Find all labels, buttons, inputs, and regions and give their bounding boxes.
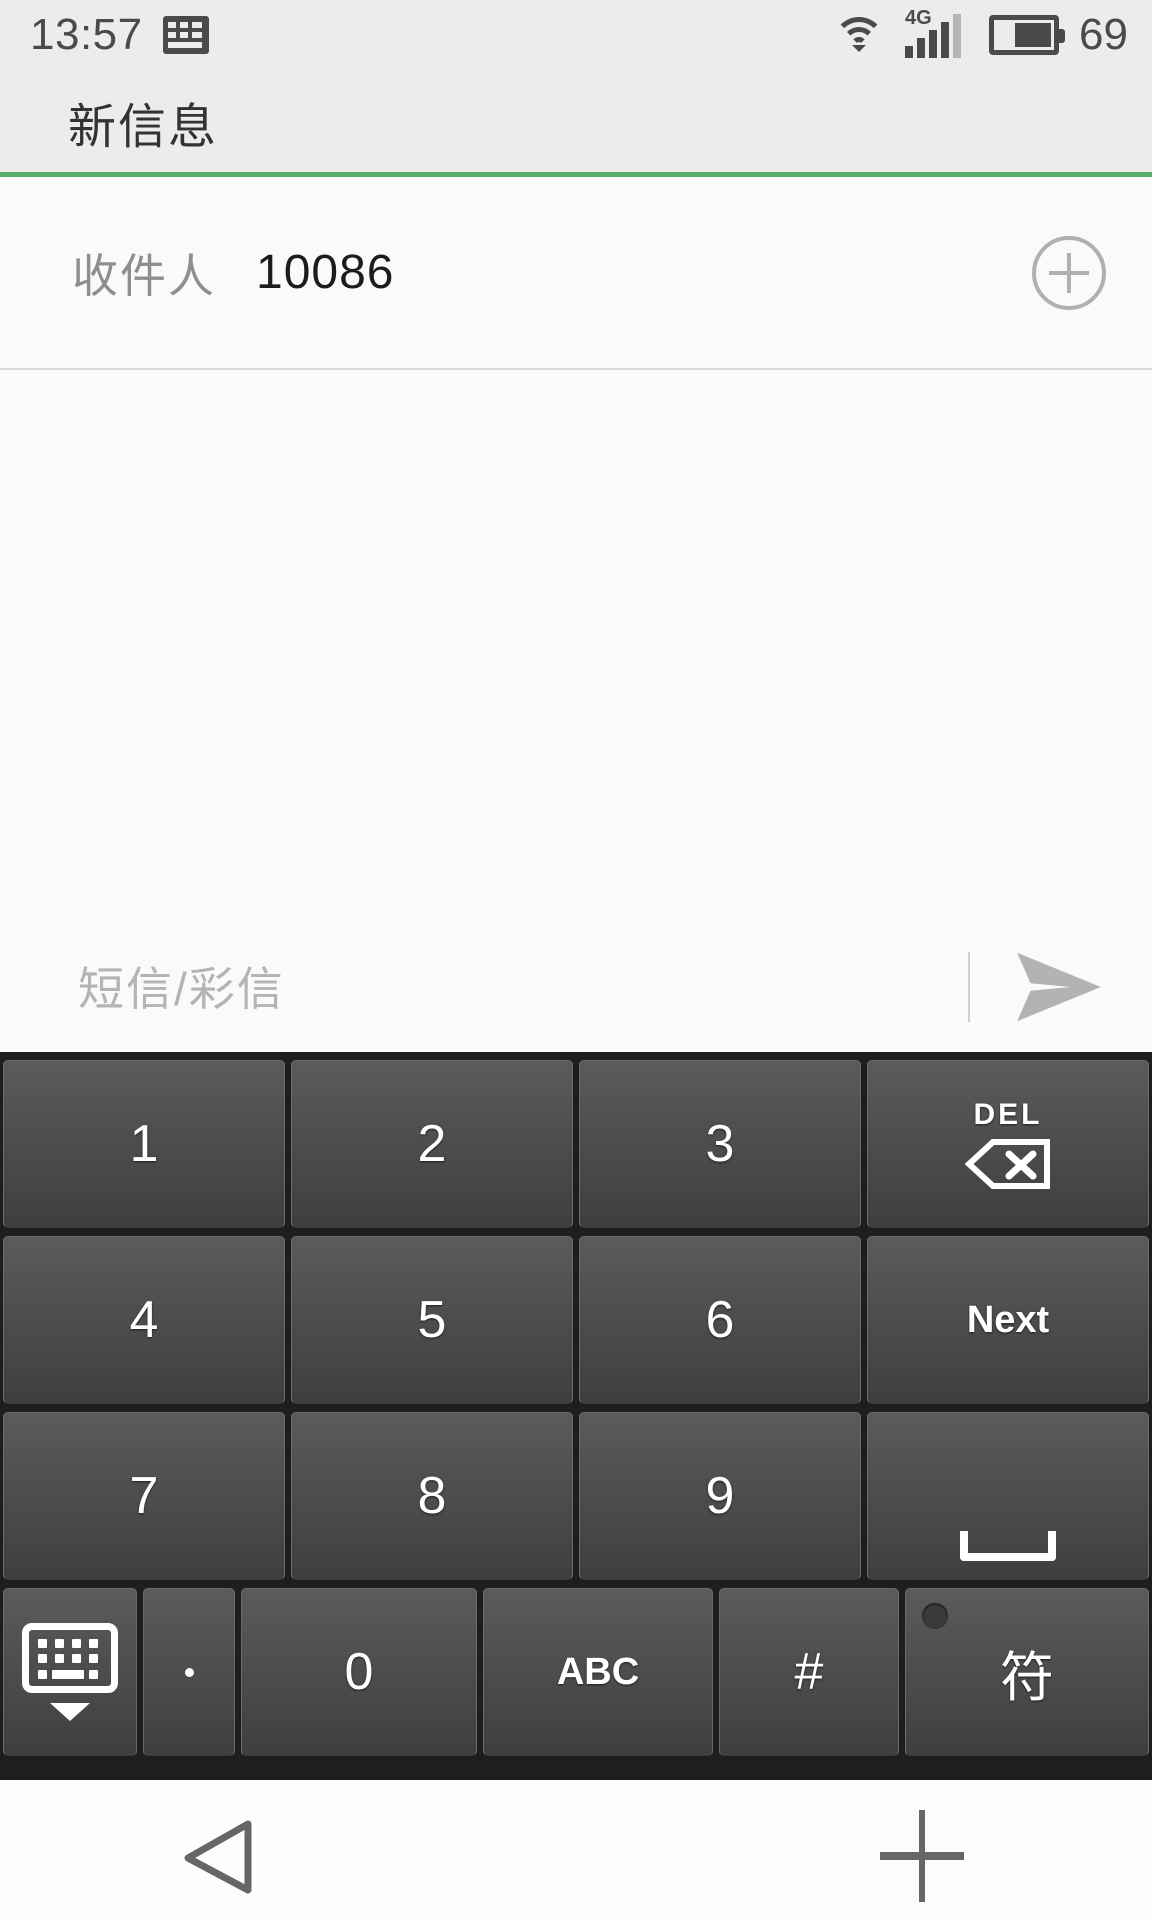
chevron-down-icon (50, 1703, 90, 1721)
key-symbol-label: 符 (1000, 1647, 1054, 1708)
message-thread-area (0, 370, 1152, 920)
status-icons: 4G 69 (833, 8, 1128, 59)
key-6[interactable]: 6 (579, 1236, 861, 1404)
send-icon[interactable] (1004, 944, 1114, 1030)
space-icon (960, 1531, 1056, 1561)
key-abc[interactable]: ABC (483, 1588, 713, 1756)
key-1[interactable]: 1 (3, 1060, 285, 1228)
keyboard-row-3: 7 8 9 (0, 1412, 1152, 1580)
add-circle-icon[interactable] (1032, 235, 1106, 310)
status-clock: 13:57 (30, 10, 143, 59)
hide-keyboard-icon (22, 1623, 118, 1693)
key-2[interactable]: 2 (291, 1060, 573, 1228)
battery-icon (989, 15, 1066, 55)
signal-bars-icon: 4G (905, 8, 969, 58)
key-symbol[interactable]: 符 (905, 1588, 1149, 1756)
title-bar: 新信息 (0, 70, 1152, 174)
key-next[interactable]: Next (867, 1236, 1149, 1404)
compose-separator (968, 952, 970, 1022)
message-input[interactable]: 短信/彩信 (78, 953, 285, 1019)
back-triangle-icon[interactable] (176, 1818, 256, 1894)
page-title: 新信息 (68, 101, 219, 154)
key-hide-keyboard[interactable] (3, 1588, 137, 1756)
battery-level: 69 (1079, 10, 1128, 59)
send-arrow-glyph (1017, 952, 1101, 1022)
navigation-bar (0, 1780, 1152, 1920)
keyboard-row-2: 4 5 6 Next (0, 1236, 1152, 1404)
status-bar: 13:57 4G 69 (0, 0, 1152, 70)
plus-icon[interactable] (880, 1810, 964, 1902)
phone-screen: 13:57 4G 69 新信息 收件人 10086 短信/彩信 1 2 3 DE… (0, 0, 1152, 1920)
keyboard-row-4: . 0 ABC # 符 (0, 1588, 1152, 1756)
recipient-label: 收件人 (72, 249, 216, 302)
key-0[interactable]: 0 (241, 1588, 477, 1756)
key-space[interactable] (867, 1412, 1149, 1580)
key-period[interactable]: . (143, 1588, 235, 1756)
key-8[interactable]: 8 (291, 1412, 573, 1580)
key-7[interactable]: 7 (3, 1412, 285, 1580)
recipient-field[interactable]: 收件人 10086 (0, 177, 1152, 368)
keyboard-icon (162, 16, 209, 54)
key-9[interactable]: 9 (579, 1412, 861, 1580)
recipient-input-value[interactable]: 10086 (256, 245, 394, 300)
numeric-keyboard[interactable]: 1 2 3 DEL 4 5 6 Next 7 8 9 0 ABC # 符 (0, 1052, 1152, 1780)
key-4[interactable]: 4 (3, 1236, 285, 1404)
symbol-indicator-dot (922, 1603, 948, 1629)
key-delete[interactable]: DEL (867, 1060, 1149, 1228)
key-5[interactable]: 5 (291, 1236, 573, 1404)
compose-bar[interactable]: 短信/彩信 (0, 920, 1152, 1052)
backspace-icon (964, 1138, 1051, 1190)
key-3[interactable]: 3 (579, 1060, 861, 1228)
delete-label: DEL (973, 1098, 1043, 1131)
keyboard-row-1: 1 2 3 DEL (0, 1060, 1152, 1228)
key-hash[interactable]: # (719, 1588, 899, 1756)
wifi-icon (833, 15, 886, 55)
